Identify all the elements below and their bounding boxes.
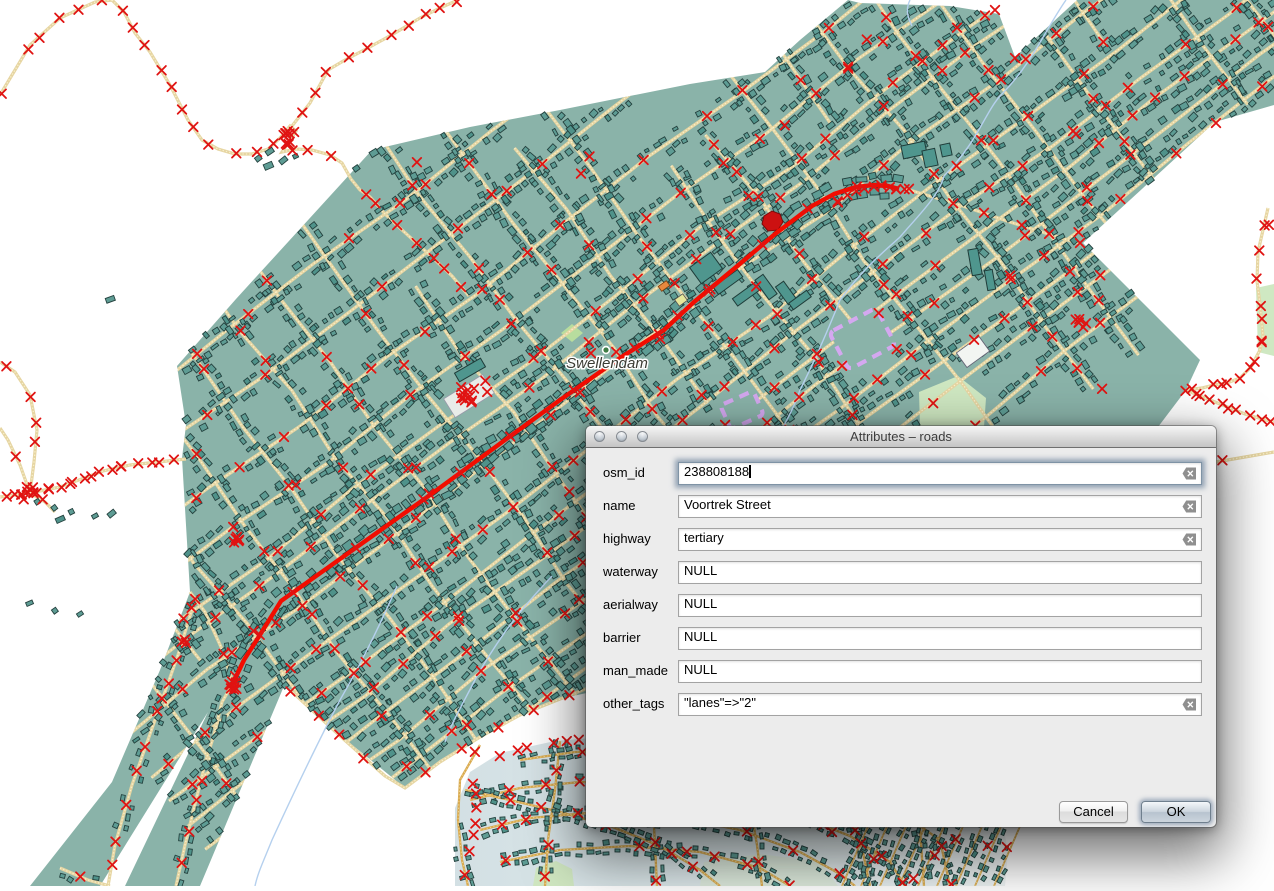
svg-text:Swellendam: Swellendam [566,355,648,372]
